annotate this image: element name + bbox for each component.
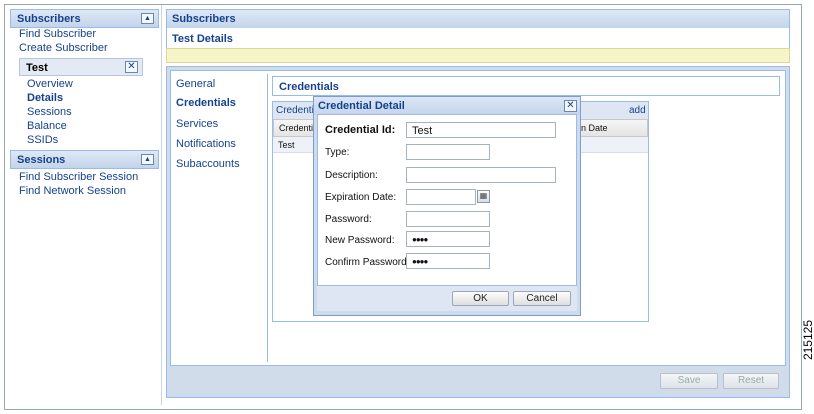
find-subscriber-session-link[interactable]: Find Subscriber Session: [19, 171, 138, 183]
cancel-button[interactable]: Cancel: [513, 291, 571, 306]
reset-button[interactable]: Reset: [723, 373, 779, 389]
tab-subaccounts[interactable]: Subaccounts: [176, 158, 240, 170]
type-field[interactable]: [406, 144, 490, 160]
password-field[interactable]: [406, 211, 490, 227]
sessions-nav-header: Sessions ▲: [10, 150, 159, 169]
tabs-divider: [267, 74, 268, 362]
tab-notifications[interactable]: Notifications: [176, 138, 236, 150]
message-bar: [166, 48, 790, 63]
add-credential-link[interactable]: add: [629, 105, 646, 116]
grid-cell: Test: [278, 140, 295, 150]
sidebar-item-ssids[interactable]: SSIDs: [27, 134, 58, 146]
close-icon[interactable]: ✕: [564, 100, 577, 112]
confirm-password-label: Confirm Password:: [325, 257, 410, 268]
sidebar-item-balance[interactable]: Balance: [27, 120, 67, 132]
sidebar-item-sessions[interactable]: Sessions: [27, 106, 72, 118]
main-header: Subscribers: [166, 9, 790, 29]
expiration-date-label: Expiration Date:: [325, 192, 397, 203]
expiration-date-field[interactable]: [406, 189, 476, 205]
dialog-header[interactable]: Credential Detail: [314, 97, 580, 115]
subscribers-nav-title: Subscribers: [17, 13, 81, 25]
new-password-field[interactable]: ●●●●: [406, 231, 490, 247]
entity-name: Test: [26, 62, 48, 74]
page-title: Test Details: [166, 28, 790, 50]
save-button[interactable]: Save: [660, 373, 718, 389]
figure-number: 215125: [801, 320, 814, 361]
sidebar-divider: [161, 5, 162, 405]
collapse-icon[interactable]: ▲: [141, 154, 154, 165]
subscribers-nav-header: Subscribers ▲: [10, 9, 159, 28]
dialog-title: Credential Detail: [318, 100, 405, 112]
confirm-password-field[interactable]: ●●●●: [406, 253, 490, 269]
calendar-icon[interactable]: ▦: [477, 190, 490, 203]
grid-column-header[interactable]: on Date: [570, 119, 648, 137]
credentials-panel-title: Credentials: [272, 76, 780, 96]
sessions-nav-title: Sessions: [17, 154, 66, 166]
tab-services[interactable]: Services: [176, 118, 218, 130]
type-label: Type:: [325, 147, 350, 158]
collapse-icon[interactable]: ▲: [141, 13, 154, 24]
create-subscriber-link[interactable]: Create Subscriber: [19, 42, 108, 54]
tab-credentials[interactable]: Credentials: [176, 97, 236, 109]
sidebar-item-overview[interactable]: Overview: [27, 78, 73, 90]
close-icon[interactable]: ✕: [125, 61, 138, 73]
subscriber-entity-tab[interactable]: Test ✕: [19, 58, 143, 76]
grid-title: Credenti: [276, 105, 314, 116]
credential-id-field[interactable]: Test: [406, 122, 556, 138]
tab-general[interactable]: General: [176, 78, 215, 90]
password-label: Password:: [325, 214, 372, 225]
find-subscriber-link[interactable]: Find Subscriber: [19, 28, 96, 40]
find-network-session-link[interactable]: Find Network Session: [19, 185, 126, 197]
description-field[interactable]: [406, 167, 556, 183]
new-password-label: New Password:: [325, 235, 395, 246]
ok-button[interactable]: OK: [452, 291, 509, 306]
description-label: Description:: [325, 170, 378, 181]
credential-id-label: Credential Id:: [325, 124, 396, 136]
sidebar-item-details[interactable]: Details: [27, 92, 63, 104]
